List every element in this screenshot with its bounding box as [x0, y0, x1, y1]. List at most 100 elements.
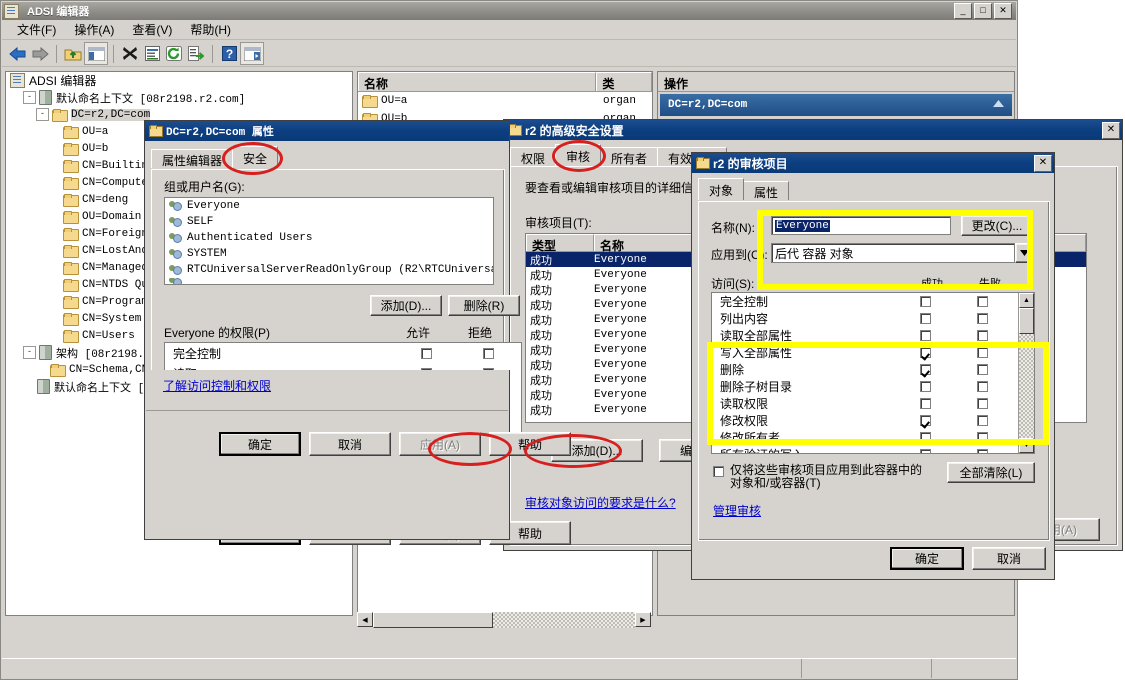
access-row[interactable]: 修改所有者: [712, 429, 1018, 446]
access-scrollbar[interactable]: ▲ ▼: [1018, 293, 1034, 453]
action-group-dc[interactable]: DC=r2,DC=com: [660, 94, 1012, 116]
export-list-icon[interactable]: [185, 43, 207, 64]
tree-expander[interactable]: -: [36, 108, 49, 121]
permission-deny-checkbox[interactable]: [483, 348, 494, 359]
access-fail-checkbox[interactable]: [977, 381, 988, 392]
principal-list[interactable]: EveryoneSELFAuthenticated UsersSYSTEMRTC…: [164, 197, 494, 285]
access-success-checkbox[interactable]: [920, 449, 931, 454]
access-control-help-link-2[interactable]: 了解访问控制和权限: [163, 377, 271, 394]
access-scroll-down-button[interactable]: ▼: [1019, 438, 1034, 453]
menu-help[interactable]: 帮助(H): [181, 19, 240, 40]
tab-audit[interactable]: 审核: [555, 144, 601, 166]
principal-item-partial[interactable]: [165, 278, 493, 285]
column-class[interactable]: 类: [596, 72, 652, 91]
chevron-down-icon[interactable]: [1015, 243, 1033, 263]
principal-item[interactable]: Everyone: [165, 198, 493, 214]
properties-help-button-2[interactable]: 帮助: [489, 432, 571, 456]
access-row[interactable]: 写入全部属性: [712, 344, 1018, 361]
access-fail-checkbox[interactable]: [977, 364, 988, 375]
access-row[interactable]: 修改权限: [712, 412, 1018, 429]
tab-owner[interactable]: 所有者: [600, 147, 658, 166]
tree-node[interactable]: -默认命名上下文 [08r2198.r2.com]: [6, 89, 352, 106]
menu-action[interactable]: 操作(A): [65, 19, 123, 40]
access-fail-checkbox[interactable]: [977, 415, 988, 426]
apply-to-combobox[interactable]: 后代 容器 对象: [771, 243, 1015, 263]
permission-row[interactable]: 完全控制: [165, 343, 521, 363]
access-success-checkbox[interactable]: [920, 415, 931, 426]
tab-object[interactable]: 对象: [698, 178, 744, 200]
access-list[interactable]: 完全控制列出内容读取全部属性写入全部属性删除删除子树目录读取权限修改权限修改所有…: [711, 292, 1035, 454]
advanced-dialog-close-button[interactable]: ✕: [1102, 122, 1120, 139]
access-fail-checkbox[interactable]: [977, 347, 988, 358]
change-name-button[interactable]: 更改(C)...: [961, 215, 1033, 236]
hscroll-left-button[interactable]: ◀: [357, 612, 373, 627]
tab-permissions[interactable]: 权限: [510, 147, 556, 166]
column-name[interactable]: 名称: [358, 72, 596, 91]
chevron-up-icon[interactable]: [993, 99, 1004, 111]
access-fail-checkbox[interactable]: [977, 330, 988, 341]
access-row[interactable]: 读取权限: [712, 395, 1018, 412]
hscroll-track[interactable]: [373, 612, 635, 628]
access-row[interactable]: 列出内容: [712, 310, 1018, 327]
back-arrow-icon[interactable]: [7, 43, 29, 64]
audit-entry-close-button[interactable]: ✕: [1034, 155, 1052, 172]
principal-rows[interactable]: EveryoneSELFAuthenticated UsersSYSTEMRTC…: [165, 198, 493, 285]
manage-audit-link[interactable]: 管理审核: [713, 502, 761, 519]
list-item[interactable]: OU=aorgan: [358, 92, 652, 110]
access-fail-checkbox[interactable]: [977, 432, 988, 443]
maximize-button[interactable]: □: [974, 3, 992, 19]
access-fail-checkbox[interactable]: [977, 398, 988, 409]
refresh-icon[interactable]: [163, 43, 185, 64]
list-hscrollbar[interactable]: ◀ ▶: [357, 612, 651, 628]
principal-item[interactable]: RTCUniversalServerReadOnlyGroup (R2\RTCU…: [165, 262, 493, 278]
minimize-button[interactable]: _: [954, 3, 972, 19]
tree-expander[interactable]: -: [23, 346, 36, 359]
access-row[interactable]: 完全控制: [712, 293, 1018, 310]
access-success-checkbox[interactable]: [920, 381, 931, 392]
tab-attribute-editor[interactable]: 属性编辑器: [151, 149, 233, 168]
properties-icon[interactable]: [141, 43, 163, 64]
access-success-checkbox[interactable]: [920, 347, 931, 358]
principal-remove-button[interactable]: 删除(R): [448, 295, 520, 316]
audit-column-type[interactable]: 类型: [526, 234, 594, 251]
tab-properties[interactable]: 属性: [743, 181, 789, 200]
only-container-row[interactable]: 仅将这些审核项目应用到此容器中的对象和/或容器(T): [713, 464, 923, 490]
access-success-checkbox[interactable]: [920, 432, 931, 443]
access-row[interactable]: 删除: [712, 361, 1018, 378]
access-scroll-up-button[interactable]: ▲: [1019, 293, 1034, 308]
access-scroll-thumb[interactable]: [1019, 308, 1034, 334]
tree-expander[interactable]: -: [23, 91, 36, 104]
properties-apply-button-2[interactable]: 应用(A): [399, 432, 481, 456]
access-row[interactable]: 所有验证的写入: [712, 446, 1018, 454]
properties-ok-button-2[interactable]: 确定: [219, 432, 301, 456]
audit-entry-ok-button[interactable]: 确定: [890, 547, 964, 570]
access-success-checkbox[interactable]: [920, 313, 931, 324]
show-action-pane-icon[interactable]: [240, 42, 264, 65]
principal-item[interactable]: Authenticated Users: [165, 230, 493, 246]
close-button[interactable]: ✕: [994, 3, 1012, 19]
forward-arrow-icon[interactable]: [29, 43, 51, 64]
access-fail-checkbox[interactable]: [977, 313, 988, 324]
audit-help-link[interactable]: 审核对象访问的要求是什么?: [525, 494, 676, 511]
principal-add-button[interactable]: 添加(D)...: [370, 295, 442, 316]
properties-cancel-button-2[interactable]: 取消: [309, 432, 391, 456]
show-tree-icon[interactable]: [84, 42, 108, 65]
access-scroll-track[interactable]: [1019, 334, 1034, 438]
only-container-checkbox[interactable]: [713, 466, 724, 477]
help-icon[interactable]: ?: [218, 43, 240, 64]
access-success-checkbox[interactable]: [920, 398, 931, 409]
tree-root[interactable]: ADSI 编辑器: [6, 72, 352, 89]
access-row[interactable]: 删除子树目录: [712, 378, 1018, 395]
access-success-checkbox[interactable]: [920, 296, 931, 307]
audit-entry-cancel-button[interactable]: 取消: [972, 547, 1046, 570]
access-fail-checkbox[interactable]: [977, 296, 988, 307]
menu-file[interactable]: 文件(F): [8, 19, 65, 40]
tab-security[interactable]: 安全: [232, 146, 278, 168]
hscroll-right-button[interactable]: ▶: [635, 612, 651, 627]
up-folder-icon[interactable]: [62, 43, 84, 64]
menu-view[interactable]: 查看(V): [123, 19, 181, 40]
permission-allow-checkbox[interactable]: [421, 348, 432, 359]
hscroll-thumb[interactable]: [373, 612, 493, 628]
principal-item[interactable]: SYSTEM: [165, 246, 493, 262]
access-row[interactable]: 读取全部属性: [712, 327, 1018, 344]
